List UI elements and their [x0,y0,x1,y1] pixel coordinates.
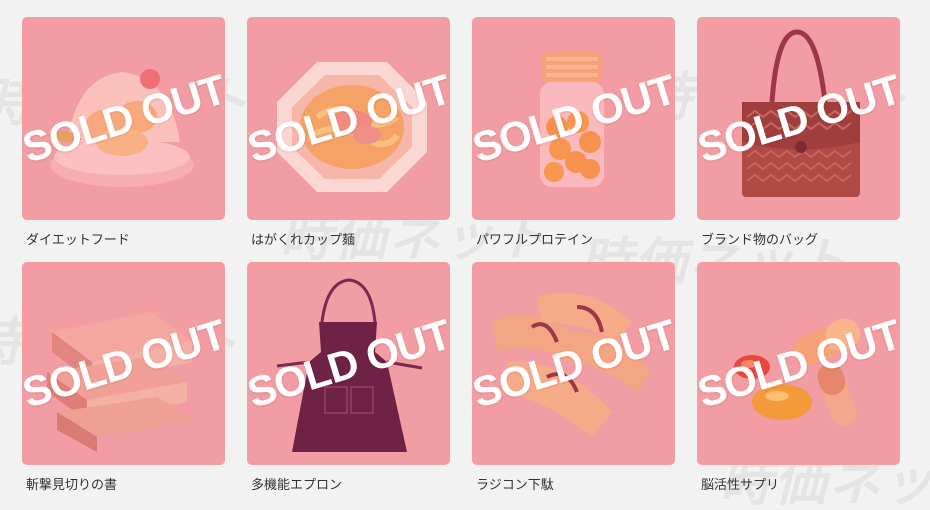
product-name[interactable]: 多機能エプロン [247,477,450,495]
product-card[interactable]: SOLD OUT 脳活性サプリ [697,262,900,507]
product-card[interactable]: SOLD OUT ブランド物のバッグ [697,17,900,262]
product-image[interactable]: SOLD OUT [247,17,450,220]
product-image[interactable]: SOLD OUT [247,262,450,465]
product-image[interactable]: SOLD OUT [22,17,225,220]
product-name[interactable]: 脳活性サプリ [697,477,900,495]
product-name[interactable]: はがくれカップ麺 [247,232,450,250]
product-card[interactable]: SOLD OUT はがくれカップ麺 [247,17,450,262]
product-image[interactable]: SOLD OUT [22,262,225,465]
product-image[interactable]: SOLD OUT [697,262,900,465]
product-image[interactable]: SOLD OUT [697,17,900,220]
product-name[interactable]: ダイエットフード [22,232,225,250]
product-card[interactable]: SOLD OUT ダイエットフード [22,17,225,262]
product-name[interactable]: 斬撃見切りの書 [22,477,225,495]
product-image[interactable]: SOLD OUT [472,17,675,220]
product-name[interactable]: パワフルプロテイン [472,232,675,250]
product-image[interactable]: SOLD OUT [472,262,675,465]
product-name[interactable]: ブランド物のバッグ [697,232,900,250]
product-card[interactable]: SOLD OUT 多機能エプロン [247,262,450,507]
product-card[interactable]: SOLD OUT 斬撃見切りの書 [22,262,225,507]
product-grid: SOLD OUT ダイエットフード SOLD OUT はがくれカップ麺 SOLD… [22,17,900,507]
product-name[interactable]: ラジコン下駄 [472,477,675,495]
product-card[interactable]: SOLD OUT パワフルプロテイン [472,17,675,262]
product-card[interactable]: SOLD OUT ラジコン下駄 [472,262,675,507]
